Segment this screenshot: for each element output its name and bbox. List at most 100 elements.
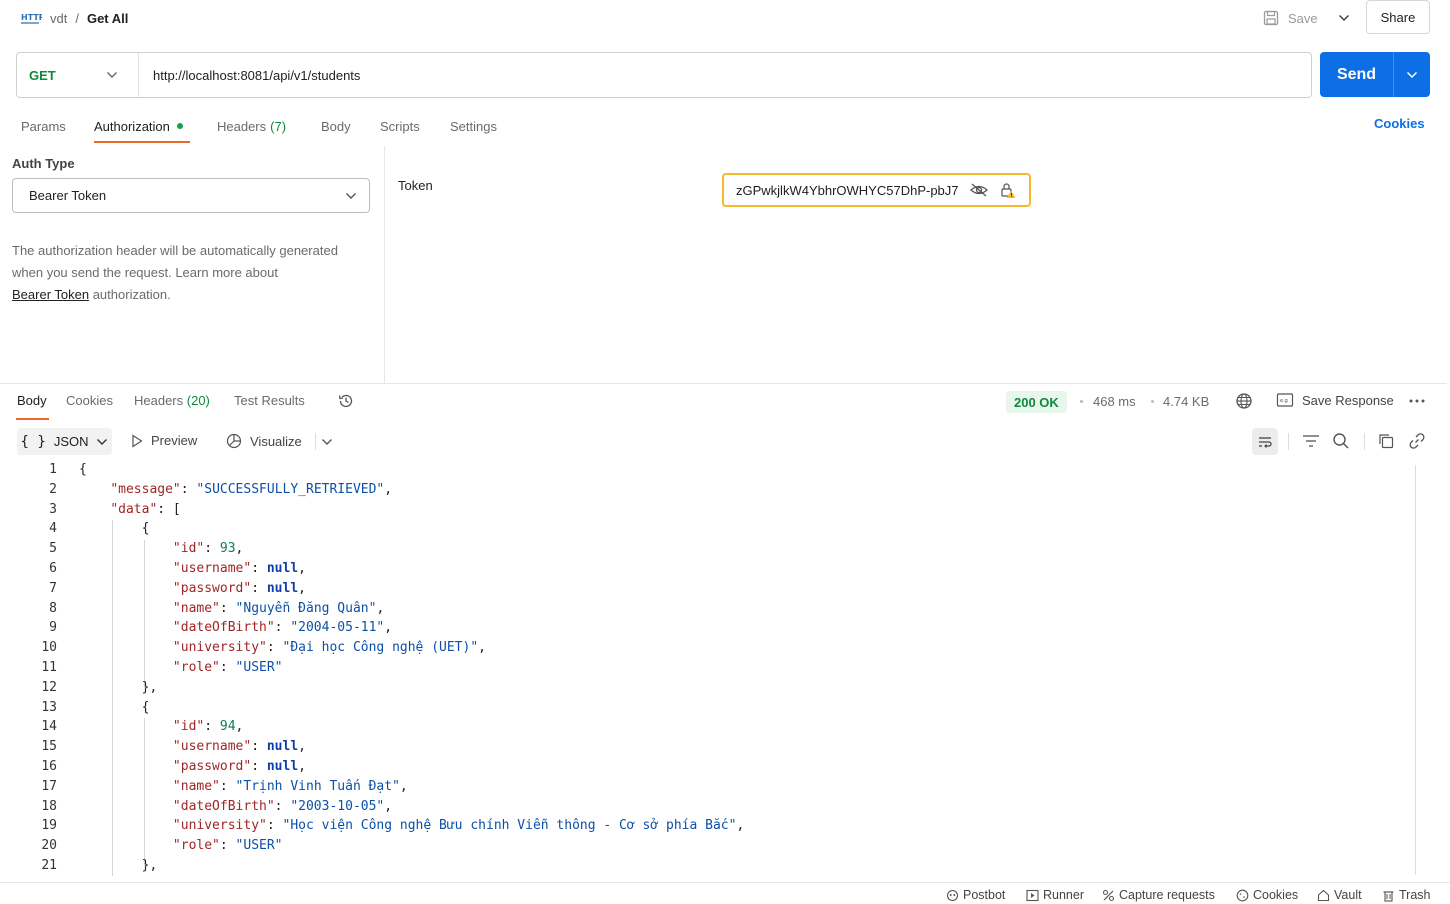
code-line: 10 "university": "Đại học Công nghệ (UET…	[0, 640, 1400, 660]
chevron-down-icon	[96, 438, 108, 446]
lock-warning-icon[interactable]: !	[999, 181, 1017, 199]
url-input[interactable]: http://localhost:8081/api/v1/students	[139, 68, 360, 83]
tab-settings[interactable]: Settings	[450, 116, 497, 136]
code-line: 7 "password": null,	[0, 581, 1400, 601]
more-options-icon[interactable]	[1408, 397, 1426, 405]
line-number: 21	[41, 858, 57, 873]
status-badge[interactable]: 200 OK	[1006, 391, 1067, 413]
line-number: 12	[41, 679, 57, 695]
tab-scripts[interactable]: Scripts	[380, 116, 420, 136]
response-body-viewer[interactable]: 1{2 "message": "SUCCESSFULLY_RETRIEVED",…	[0, 462, 1430, 876]
svg-text:!: !	[1010, 193, 1012, 199]
tab-params[interactable]: Params	[21, 116, 66, 136]
visualize-chevron-icon[interactable]	[321, 438, 333, 446]
code-line: 13 {	[0, 700, 1400, 720]
format-select[interactable]: { } JSON	[17, 428, 112, 455]
code-text: "name": "Nguyễn Đăng Quân",	[172, 600, 385, 616]
line-number: 11	[41, 660, 57, 675]
code-text: {	[79, 462, 87, 477]
token-input[interactable]: zGPwkjlkW4YbhrOWHYC57DhP-pbJ7 !	[722, 173, 1031, 207]
visualize-icon	[226, 433, 242, 449]
token-value: zGPwkjlkW4YbhrOWHYC57DhP-pbJ7	[736, 182, 959, 198]
eye-off-icon[interactable]	[969, 182, 989, 198]
copy-icon[interactable]	[1377, 432, 1395, 450]
tab-authorization[interactable]: Authorization	[94, 116, 183, 136]
code-text: "university": "Đại học Công nghệ (UET)",	[172, 640, 486, 656]
response-tab-headers-label: Headers	[134, 393, 184, 408]
code-text: "id": 94,	[172, 719, 244, 735]
filter-icon[interactable]	[1302, 433, 1320, 449]
preview-label: Preview	[151, 433, 198, 448]
tab-headers-label: Headers	[217, 118, 267, 134]
globe-icon[interactable]	[1235, 392, 1253, 410]
code-text: "username": null,	[172, 561, 306, 576]
response-tab-body[interactable]: Body	[17, 393, 47, 408]
preview-button[interactable]: Preview	[131, 433, 197, 448]
active-tab-underline	[94, 141, 190, 143]
separator-dot	[1080, 400, 1083, 403]
auth-type-select[interactable]: Bearer Token	[12, 178, 370, 213]
search-icon[interactable]	[1332, 432, 1350, 450]
send-options-chevron-icon[interactable]	[1394, 52, 1430, 97]
save-example-icon: e.g	[1276, 392, 1294, 408]
cookies-link[interactable]: Cookies	[1374, 116, 1425, 131]
response-tab-test-results[interactable]: Test Results	[234, 393, 305, 408]
breadcrumb: HTTP vdt / Get All	[20, 8, 128, 28]
save-response-button[interactable]: e.g Save Response	[1276, 392, 1394, 408]
visualize-button[interactable]: Visualize	[226, 433, 302, 449]
auth-desc-line-2: when you send the request. Learn more ab…	[12, 265, 278, 280]
chevron-down-icon	[345, 192, 357, 200]
active-tab-underline	[16, 418, 49, 420]
history-icon[interactable]	[337, 392, 355, 410]
line-number: 1	[49, 462, 57, 477]
method-label: GET	[29, 67, 56, 83]
workspace-name[interactable]: vdt	[50, 11, 67, 26]
link-icon[interactable]	[1408, 432, 1426, 450]
capture-requests-button[interactable]: Capture requests	[1102, 888, 1215, 902]
send-button[interactable]: Send	[1320, 52, 1394, 97]
line-number: 14	[41, 719, 57, 735]
request-name[interactable]: Get All	[87, 11, 128, 26]
save-options-chevron-icon[interactable]	[1334, 8, 1354, 28]
code-text: "name": "Trịnh Vinh Tuấn Đạt",	[172, 778, 408, 794]
tab-body[interactable]: Body	[321, 116, 351, 136]
token-label: Token	[398, 178, 433, 193]
code-text: "dateOfBirth": "2003-10-05",	[172, 798, 393, 814]
response-tab-cookies[interactable]: Cookies	[66, 393, 113, 408]
visualize-label: Visualize	[250, 433, 302, 449]
code-line: 14 "id": 94,	[0, 719, 1400, 739]
code-line: 20 "role": "USER"	[0, 838, 1400, 858]
share-button[interactable]: Share	[1366, 0, 1430, 34]
line-number: 6	[49, 561, 57, 576]
trash-button[interactable]: Trash	[1382, 888, 1431, 902]
save-response-label: Save Response	[1302, 392, 1394, 408]
code-text: },	[79, 679, 158, 695]
code-text: "university": "Học viện Công nghệ Bưu ch…	[172, 818, 745, 834]
scrollbar[interactable]	[1415, 465, 1416, 875]
code-text: "role": "USER"	[172, 660, 283, 675]
vault-button[interactable]: Vault	[1317, 888, 1362, 902]
cookies-button[interactable]: Cookies	[1236, 888, 1298, 902]
response-time[interactable]: 468 ms	[1093, 394, 1136, 409]
code-line: 1{	[0, 462, 1400, 482]
bearer-token-link[interactable]: Bearer Token	[12, 287, 89, 302]
wrap-lines-icon[interactable]	[1252, 428, 1278, 455]
method-select[interactable]: GET	[17, 53, 139, 97]
code-line: 12 },	[0, 680, 1400, 700]
postbot-button[interactable]: Postbot	[946, 888, 1005, 902]
tab-headers[interactable]: Headers (7)	[217, 116, 286, 136]
response-divider	[0, 383, 1447, 384]
line-number: 7	[49, 580, 57, 596]
tab-headers-count: (7)	[270, 118, 287, 134]
response-tab-headers[interactable]: Headers (20)	[134, 393, 210, 408]
send-button-group: Send	[1320, 52, 1430, 97]
runner-button[interactable]: Runner	[1026, 888, 1084, 902]
save-button[interactable]: Save	[1262, 6, 1318, 30]
code-line: 21 },	[0, 858, 1400, 876]
code-line: 4 {	[0, 521, 1400, 541]
line-number: 19	[41, 818, 57, 834]
auth-type-value: Bearer Token	[29, 188, 107, 203]
runner-label: Runner	[1043, 888, 1084, 902]
response-size[interactable]: 4.74 KB	[1163, 394, 1209, 409]
active-indicator-dot	[176, 123, 183, 129]
